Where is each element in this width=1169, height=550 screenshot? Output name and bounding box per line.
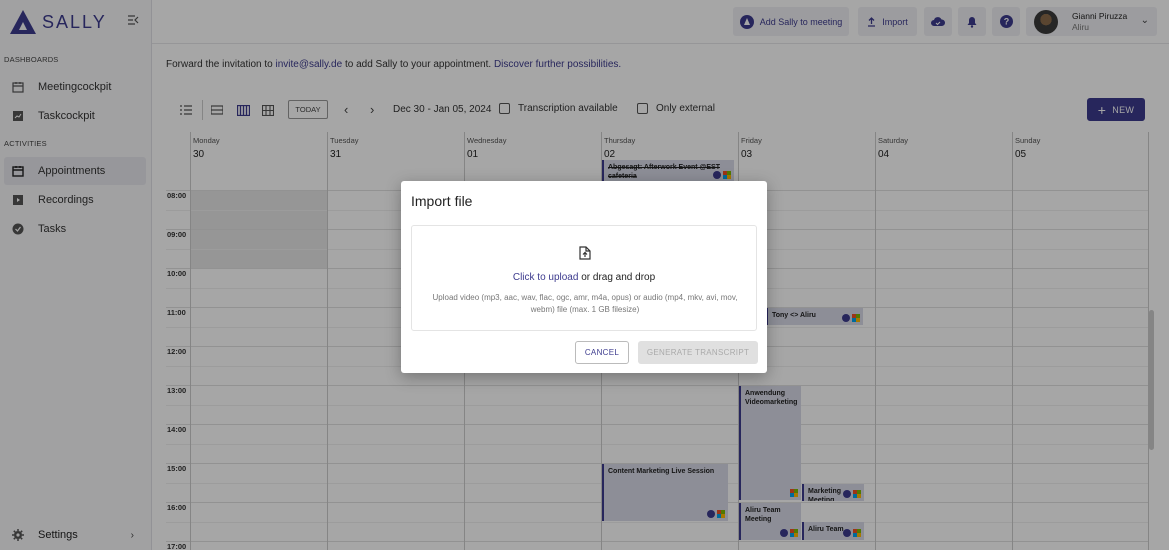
cancel-button[interactable]: CANCEL xyxy=(575,341,629,364)
click-to-upload-link[interactable]: Click to upload xyxy=(513,272,579,283)
file-upload-icon xyxy=(579,246,591,260)
drag-drop-text: or drag and drop xyxy=(578,272,656,283)
upload-hint: Upload video (mp3, aac, wav, flac, ogc, … xyxy=(432,293,738,314)
file-dropzone[interactable]: Click to upload or drag and drop Upload … xyxy=(411,225,757,331)
upload-instruction: Click to upload or drag and drop xyxy=(412,272,756,283)
generate-transcript-button[interactable]: GENERATE TRANSCRIPT xyxy=(638,341,758,364)
import-file-dialog: Import file Click to upload or drag and … xyxy=(401,181,767,373)
dialog-title: Import file xyxy=(411,193,473,209)
